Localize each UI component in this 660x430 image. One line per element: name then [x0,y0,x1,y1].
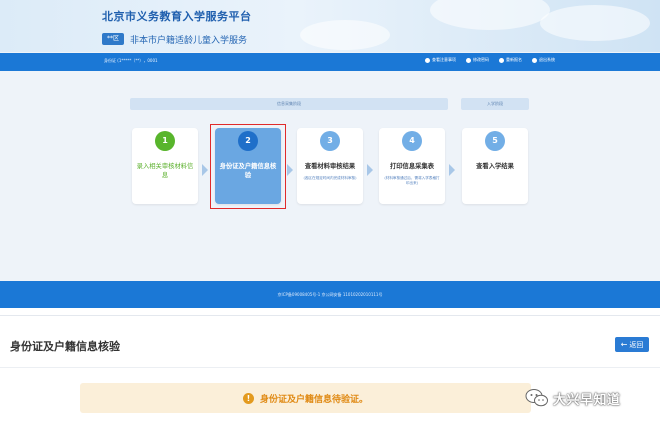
user-info: 身份证 (1*****（**），0001 [104,58,158,63]
step-subtitle: (各区在规定时间内完成材料审核) [303,176,357,180]
step-1[interactable]: 1 录入相关审核材料信息 [132,128,198,204]
nav-link-logout[interactable]: 退出系统 [532,57,555,63]
nav-link-label: 查看注意事项 [432,57,456,62]
step-number-badge: 4 [402,131,422,151]
step-3[interactable]: 3 查看材料审核结果 (各区在规定时间内完成材料审核) [297,128,363,204]
nav-links: 查看注意事项 修改密码 重新报名 退出系统 [425,57,555,63]
alert-message: 身份证及户籍信息待验证。 [259,394,368,405]
step-number-badge: 1 [155,131,175,151]
verification-panel: 身份证及户籍信息核验 ← 返回 ! 身份证及户籍信息待验证。 [0,315,660,430]
site-header: 北京市义务教育入学服务平台 **区 非本市户籍适龄儿童入学服务 [0,0,660,52]
warning-icon: ! [242,392,254,404]
watermark-text: 大兴早知道 [553,392,621,408]
panel-divider [0,367,660,368]
nav-link-label: 修改密码 [473,57,489,62]
district-badge: **区 [102,33,125,45]
lock-icon [466,57,471,63]
nav-link-label: 退出系统 [539,57,555,62]
wechat-icon [525,388,549,408]
notice-icon [425,57,430,63]
service-row: **区 非本市户籍适龄儿童入学服务 [102,32,247,46]
step-title: 录入相关审核材料信息 [136,163,194,179]
step-title: 查看材料审核结果 [304,163,356,170]
nav-link-reregister[interactable]: 重新报名 [499,57,522,63]
step-4[interactable]: 4 打印信息采集表 (材料审核通过后，需将入学表格打印出来) [379,128,445,204]
refresh-icon [499,57,504,63]
wechat-watermark: 大兴早知道 [525,388,621,408]
step-subtitle: (材料审核通过后，需将入学表格打印出来) [384,176,440,185]
header-cloud [300,20,390,50]
footer-text: 京ICP备09008405号-1 京公网安备 11010202010111号 [277,292,383,297]
phase-label-enrollment: 入学阶段 [461,98,529,110]
back-button-label: 返回 [629,340,644,349]
site-footer: 京ICP备09008405号-1 京公网安备 11010202010111号 [0,281,660,308]
step-5[interactable]: 5 查看入学结果 [462,128,528,204]
site-title: 北京市义务教育入学服务平台 [102,10,252,23]
status-alert: ! 身份证及户籍信息待验证。 [80,383,531,413]
header-cloud [540,5,650,41]
panel-title: 身份证及户籍信息核验 [10,340,120,353]
arrow-left-icon: ← [620,339,628,349]
chevron-right-icon [449,164,455,176]
chevron-right-icon [202,164,208,176]
service-name: 非本市户籍适龄儿童入学服务 [130,35,248,46]
back-button[interactable]: ← 返回 [615,337,649,352]
chevron-right-icon [287,164,293,176]
step-title: 查看入学结果 [476,163,514,170]
step-number-badge: 3 [320,131,340,151]
logout-icon [532,57,537,63]
screenshot-area: 北京市义务教育入学服务平台 **区 非本市户籍适龄儿童入学服务 身份证 (1**… [0,0,660,308]
step-number-badge: 5 [485,131,505,151]
top-navbar: 身份证 (1*****（**），0001 查看注意事项 修改密码 重新报名 退出… [0,53,660,71]
nav-link-password[interactable]: 修改密码 [466,57,489,63]
nav-link-notes[interactable]: 查看注意事项 [425,57,456,63]
chevron-right-icon [367,164,373,176]
step-title: 打印信息采集表 [389,163,435,170]
nav-link-label: 重新报名 [506,57,522,62]
phase-label-collection: 信息采集阶段 [130,98,448,110]
step-highlight-box [210,124,286,209]
header-cloud [430,0,550,30]
